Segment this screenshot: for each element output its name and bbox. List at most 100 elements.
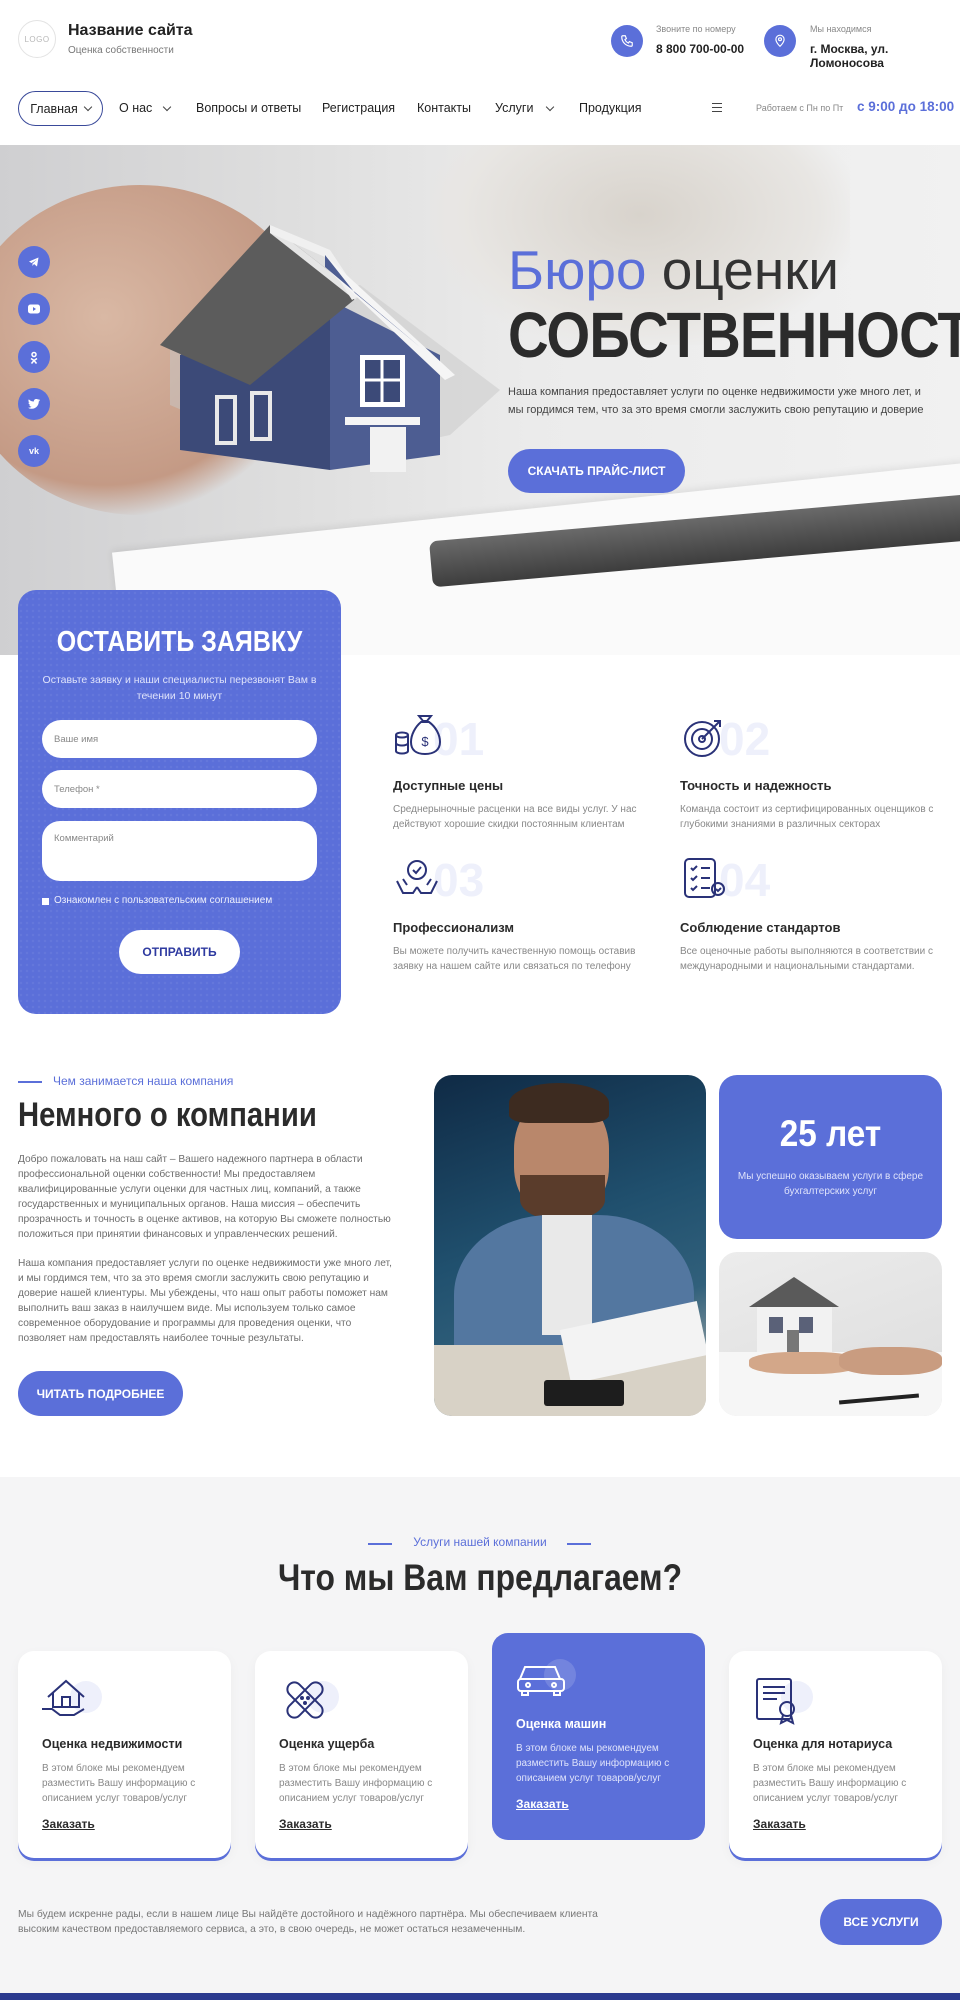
nav-item-label: Вопросы и ответы [196,101,302,115]
money-bag-icon: $ [395,715,442,756]
house-in-hand-photo [719,1252,942,1416]
nav-item-home[interactable]: Главная [18,91,103,126]
certificate-icon [756,1678,795,1725]
nav-item-services[interactable]: Услуги [495,97,555,119]
site-subtitle: Оценка собственности [68,45,174,56]
phone-number[interactable]: 8 800 700-00-00 [656,42,744,56]
comment-textarea[interactable]: Комментарий [42,821,317,881]
menu-icon[interactable] [712,103,722,112]
odnoklassniki-icon[interactable] [18,341,50,373]
service-card[interactable]: Оценка ущерба В этом блоке мы рекомендуе… [255,1651,468,1858]
site-header: LOGO Название сайта Оценка собственности… [0,0,960,145]
service-card-text: В этом блоке мы рекомендуем разместить В… [753,1763,907,1804]
service-card-active[interactable]: Оценка машин В этом блоке мы рекомендуем… [492,1633,705,1840]
service-card-title: Оценка недвижимости [42,1737,183,1751]
service-card-text: В этом блоке мы рекомендуем разместить В… [42,1763,196,1804]
service-card[interactable]: Оценка недвижимости В этом блоке мы реко… [18,1651,231,1858]
order-link[interactable]: Заказать [279,1817,332,1831]
svg-text:$: $ [421,734,429,749]
hero-title-accent: Бюро [508,239,647,301]
about-kicker: Чем занимается наша компания [53,1074,234,1088]
phone-label: Звоните по номеру [656,24,736,34]
agreement-checkbox[interactable] [42,898,49,905]
nav-item-contacts[interactable]: Контакты [417,97,471,119]
agreement-label[interactable]: Ознакомлен с пользовательским соглашение… [54,895,272,906]
youtube-icon[interactable] [18,293,50,325]
target-icon [684,720,721,757]
nav-item-about[interactable]: О нас [119,97,172,119]
feature-title: Точность и надежность [680,778,832,793]
footer-strip [0,1993,960,2000]
form-title: ОСТАВИТЬ ЗАЯВКУ [56,626,303,658]
nav-item-products[interactable]: Продукция [579,97,642,119]
service-card-title: Оценка машин [516,1717,607,1731]
nav-item-label: Услуги [495,101,534,115]
services-title: Что мы Вам предлагаем? [277,1557,683,1598]
house-model-image [160,225,500,472]
all-services-button[interactable]: ВСЕ УСЛУГИ [820,1899,942,1945]
chevron-down-icon [83,102,93,112]
telegram-icon[interactable] [18,246,50,278]
service-card-text: В этом блоке мы рекомендуем разместить В… [279,1763,433,1804]
service-card-text: В этом блоке мы рекомендуем разместить В… [516,1743,670,1784]
car-icon [517,1666,565,1696]
hero-title: Бюро оценки [508,243,839,298]
feature-title: Доступные цены [393,778,504,793]
years-text: Мы успешно оказываем услуги в сфере бухг… [737,1171,924,1197]
form-subtitle: Оставьте заявку и наши специалисты перез… [42,674,317,702]
request-form: ОСТАВИТЬ ЗАЯВКУ Оставьте заявку и наши с… [18,590,341,1014]
read-more-button[interactable]: ЧИТАТЬ ПОДРОБНЕЕ [18,1371,183,1416]
nav-item-label: Контакты [417,101,471,115]
twitter-icon[interactable] [18,388,50,420]
services-bottom-text: Мы будем искренне рады, если в нашем лиц… [18,1909,598,1935]
feature-title: Профессионализм [393,920,514,935]
service-card-title: Оценка для нотариуса [753,1737,893,1751]
phone-icon[interactable] [611,25,643,57]
service-card-title: Оценка ущерба [279,1737,375,1751]
nav-item-label: Главная [30,101,78,116]
vk-icon[interactable]: vk [18,435,50,467]
feature-text: Среднерыночные расценки на все виды услу… [393,804,637,830]
phone-input[interactable]: Телефон * [42,770,317,808]
order-link[interactable]: Заказать [42,1817,95,1831]
hours-value: с 9:00 до 18:00 [857,99,955,114]
chevron-down-icon [546,102,555,111]
download-price-button[interactable]: СКАЧАТЬ ПРАЙС-ЛИСТ [508,449,685,493]
feature-text: Вы можете получить качественную помощь о… [393,946,636,972]
site-title: Название сайта [68,22,193,39]
nav-item-faq[interactable]: Вопросы и ответы [196,97,301,119]
about-title: Немного о компании [18,1096,317,1134]
kicker-line [18,1081,42,1083]
name-input[interactable]: Ваше имя [42,720,317,758]
service-card[interactable]: Оценка для нотариуса В этом блоке мы рек… [729,1651,942,1858]
location-label: Мы находимся [810,24,872,34]
order-link[interactable]: Заказать [516,1797,569,1811]
hero-section: vk Бюро оценки СОБСТВЕННОСТИ Наша компан… [0,145,960,655]
nav-item-label: Продукция [579,101,642,115]
feature-text: Команда состоит из сертифицированных оце… [680,804,934,830]
services-kicker: Услуги нашей компании [413,1535,547,1549]
hero-description: Наша компания предоставляет услуги по оц… [508,386,924,416]
house-hand-icon [42,1679,85,1716]
man-at-laptop-photo [434,1075,706,1416]
submit-button[interactable]: ОТПРАВИТЬ [119,930,240,974]
chevron-down-icon [163,102,172,111]
about-paragraph: Добро пожаловать на наш сайт – Вашего на… [18,1154,391,1240]
address: г. Москва, ул. Ломоносова [810,42,889,70]
hero-title-line2: СОБСТВЕННОСТИ [508,299,960,371]
nav-item-registration[interactable]: Регистрация [322,97,395,119]
nav-item-label: О нас [119,101,153,115]
hours-label: Работаем с Пн по Пт [756,103,844,113]
logo[interactable]: LOGO [18,20,56,58]
order-link[interactable]: Заказать [753,1817,806,1831]
feature-title: Соблюдение стандартов [680,920,841,935]
years-value: 25 лет [779,1113,882,1154]
hands-award-icon [396,860,438,894]
years-card: 25 лет Мы успешно оказываем услуги в сфе… [719,1075,942,1239]
location-icon [764,25,796,57]
hero-title-rest: оценки [646,239,840,301]
bandage-icon [286,1681,324,1719]
kicker-line [567,1543,591,1545]
checklist-icon [684,858,725,898]
feature-text: Все оценочные работы выполняются в соотв… [680,946,934,972]
